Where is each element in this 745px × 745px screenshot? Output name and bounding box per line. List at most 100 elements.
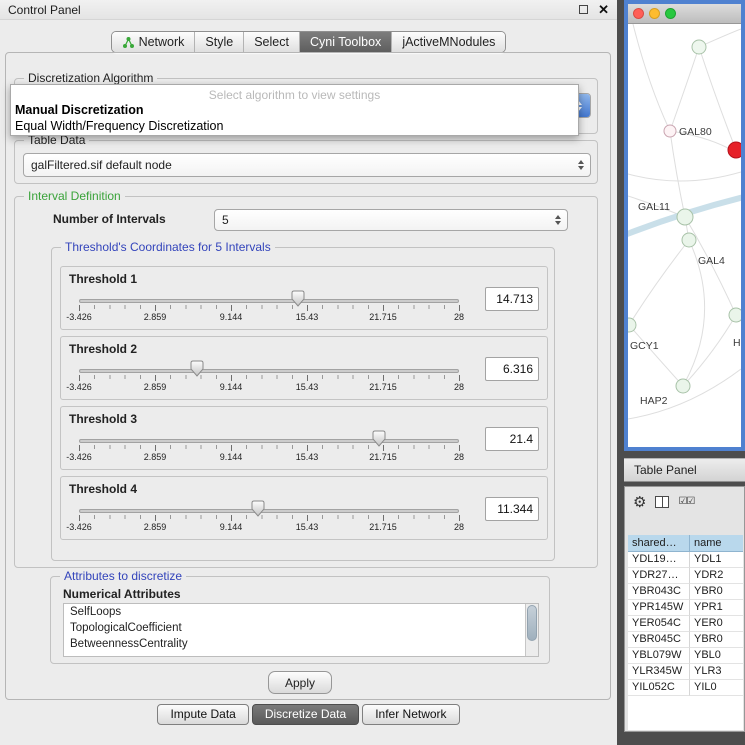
table-panel-title: Table Panel bbox=[634, 463, 697, 477]
table-cell[interactable]: YER054C bbox=[628, 616, 690, 632]
table-cell[interactable]: YLR345W bbox=[628, 664, 690, 680]
network-view-window[interactable]: GAL80 GAL11 GAL4 GCY1 HAP2 H bbox=[624, 0, 745, 451]
tick-label: 21.715 bbox=[369, 452, 397, 462]
gear-icon[interactable]: ⚙ bbox=[633, 495, 646, 510]
threshold-2-value-field[interactable] bbox=[485, 357, 539, 381]
node-hap2[interactable] bbox=[676, 379, 690, 393]
list-item[interactable]: TopologicalCoefficient bbox=[64, 620, 538, 636]
tab-infer-network[interactable]: Infer Network bbox=[362, 704, 459, 725]
number-of-intervals-label: Number of Intervals bbox=[53, 212, 166, 226]
table-cell[interactable]: YBR043C bbox=[628, 584, 690, 600]
slider-thumb[interactable] bbox=[291, 290, 305, 307]
apply-button[interactable]: Apply bbox=[268, 671, 332, 694]
tick-label: 28 bbox=[454, 452, 464, 462]
threshold-1-slider[interactable]: -3.426 2.859 9.144 15.43 21.715 28 bbox=[79, 291, 459, 327]
threshold-3-slider[interactable]: -3.426 2.859 9.144 15.43 21.715 28 bbox=[79, 431, 459, 467]
node-gal80[interactable] bbox=[664, 125, 676, 137]
select-columns-icon[interactable]: ☑☑ bbox=[678, 497, 694, 507]
slider-track[interactable] bbox=[79, 299, 459, 303]
zoom-light[interactable] bbox=[665, 8, 676, 19]
threshold-3-label: Threshold 3 bbox=[69, 412, 137, 426]
slider-thumb[interactable] bbox=[372, 430, 386, 447]
node-gcy1[interactable] bbox=[628, 318, 636, 332]
table-cell[interactable]: YER0 bbox=[690, 616, 743, 632]
slider-major-ticks bbox=[79, 375, 460, 381]
column-header-shared-name[interactable]: shared… bbox=[628, 535, 690, 552]
table-cell[interactable]: YDR2 bbox=[690, 568, 743, 584]
tick-label: 28 bbox=[454, 312, 464, 322]
table-cell[interactable]: YDL1 bbox=[690, 552, 743, 568]
table-cell[interactable]: YDL19… bbox=[628, 552, 690, 568]
top-tab-bar: Network Style Select Cyni Toolbox jActiv… bbox=[0, 31, 617, 53]
table-cell[interactable]: YIL052C bbox=[628, 680, 690, 696]
slider-thumb[interactable] bbox=[251, 500, 265, 517]
dropdown-option-equal-width[interactable]: Equal Width/Frequency Discretization bbox=[11, 118, 578, 134]
tick-label: 9.144 bbox=[220, 522, 243, 532]
table-cell[interactable]: YPR145W bbox=[628, 600, 690, 616]
tab-discretize-data[interactable]: Discretize Data bbox=[252, 704, 359, 725]
close-light[interactable] bbox=[633, 8, 644, 19]
table-data-group: Table Data galFiltered.sif default node bbox=[14, 140, 598, 184]
numerical-attributes-label: Numerical Attributes bbox=[63, 587, 181, 601]
close-icon[interactable]: ✕ bbox=[598, 2, 609, 18]
tick-label: 2.859 bbox=[144, 312, 167, 322]
threshold-4-label: Threshold 4 bbox=[69, 482, 137, 496]
table-cell[interactable]: YLR3 bbox=[690, 664, 743, 680]
list-item[interactable]: BetweennessCentrality bbox=[64, 636, 538, 652]
node-label-gcy1: GCY1 bbox=[630, 340, 659, 352]
threshold-3-box: Threshold 3 -3.426 2.859 9.144 15.43 21.… bbox=[60, 406, 548, 470]
scrollbar[interactable] bbox=[525, 604, 538, 656]
table-cell[interactable]: YBR0 bbox=[690, 632, 743, 648]
combobox-arrows-icon bbox=[578, 160, 584, 170]
column-header-name[interactable]: name bbox=[690, 535, 743, 552]
table-data-combobox[interactable]: galFiltered.sif default node bbox=[23, 153, 591, 177]
tab-jactivemnodules[interactable]: jActiveMNodules bbox=[391, 32, 505, 52]
slider-thumb[interactable] bbox=[190, 360, 204, 377]
interval-definition-group: Interval Definition Number of Intervals … bbox=[14, 196, 598, 568]
node-label-gal11: GAL11 bbox=[638, 201, 670, 213]
threshold-3-value-field[interactable] bbox=[485, 427, 539, 451]
threshold-4-slider[interactable]: -3.426 2.859 9.144 15.43 21.715 28 bbox=[79, 501, 459, 537]
list-item[interactable]: SelfLoops bbox=[64, 604, 538, 620]
tab-select[interactable]: Select bbox=[243, 32, 299, 52]
attributes-list[interactable]: SelfLoops TopologicalCoefficient Between… bbox=[63, 603, 539, 657]
scrollbar-thumb[interactable] bbox=[527, 605, 537, 641]
tick-label: 2.859 bbox=[144, 382, 167, 392]
table-cell[interactable]: YBR045C bbox=[628, 632, 690, 648]
slider-track[interactable] bbox=[79, 509, 459, 513]
tab-impute-data[interactable]: Impute Data bbox=[157, 704, 248, 725]
tick-label: 28 bbox=[454, 382, 464, 392]
tab-cyni-toolbox[interactable]: Cyni Toolbox bbox=[299, 32, 391, 52]
node-selected-red[interactable] bbox=[728, 142, 741, 158]
table-cell[interactable]: YPR1 bbox=[690, 600, 743, 616]
node[interactable] bbox=[692, 40, 706, 54]
threshold-4-value-field[interactable] bbox=[485, 497, 539, 521]
tick-label: 9.144 bbox=[220, 382, 243, 392]
tab-style[interactable]: Style bbox=[194, 32, 243, 52]
node-label-gal4: GAL4 bbox=[698, 255, 725, 267]
tab-network[interactable]: Network bbox=[112, 32, 195, 52]
slider-track[interactable] bbox=[79, 439, 459, 443]
node-gal4[interactable] bbox=[682, 233, 696, 247]
node-gal11[interactable] bbox=[677, 209, 693, 225]
threshold-1-value-field[interactable] bbox=[485, 287, 539, 311]
tick-label: 2.859 bbox=[144, 452, 167, 462]
number-of-intervals-combobox[interactable]: 5 bbox=[214, 209, 568, 231]
table-cell[interactable]: YDR27… bbox=[628, 568, 690, 584]
tab-cyni-toolbox-label: Cyni Toolbox bbox=[310, 35, 381, 49]
columns-icon[interactable] bbox=[655, 496, 669, 508]
slider-track[interactable] bbox=[79, 369, 459, 373]
dropdown-option-manual[interactable]: Manual Discretization bbox=[11, 102, 578, 118]
network-canvas[interactable]: GAL80 GAL11 GAL4 GCY1 HAP2 H bbox=[628, 24, 741, 447]
table-toolbar: ⚙ ☑☑ bbox=[625, 487, 744, 517]
table-cell[interactable]: YBR0 bbox=[690, 584, 743, 600]
node[interactable] bbox=[729, 308, 741, 322]
tick-label: 9.144 bbox=[220, 312, 243, 322]
threshold-2-slider[interactable]: -3.426 2.859 9.144 15.43 21.715 28 bbox=[79, 361, 459, 397]
node-table: shared… name YDL19… YDL1 YDR27… YDR2 YBR… bbox=[628, 535, 743, 730]
table-cell[interactable]: YBL0 bbox=[690, 648, 743, 664]
minimize-light[interactable] bbox=[649, 8, 660, 19]
table-cell[interactable]: YBL079W bbox=[628, 648, 690, 664]
float-icon[interactable] bbox=[579, 5, 588, 14]
table-cell[interactable]: YIL0 bbox=[690, 680, 743, 696]
